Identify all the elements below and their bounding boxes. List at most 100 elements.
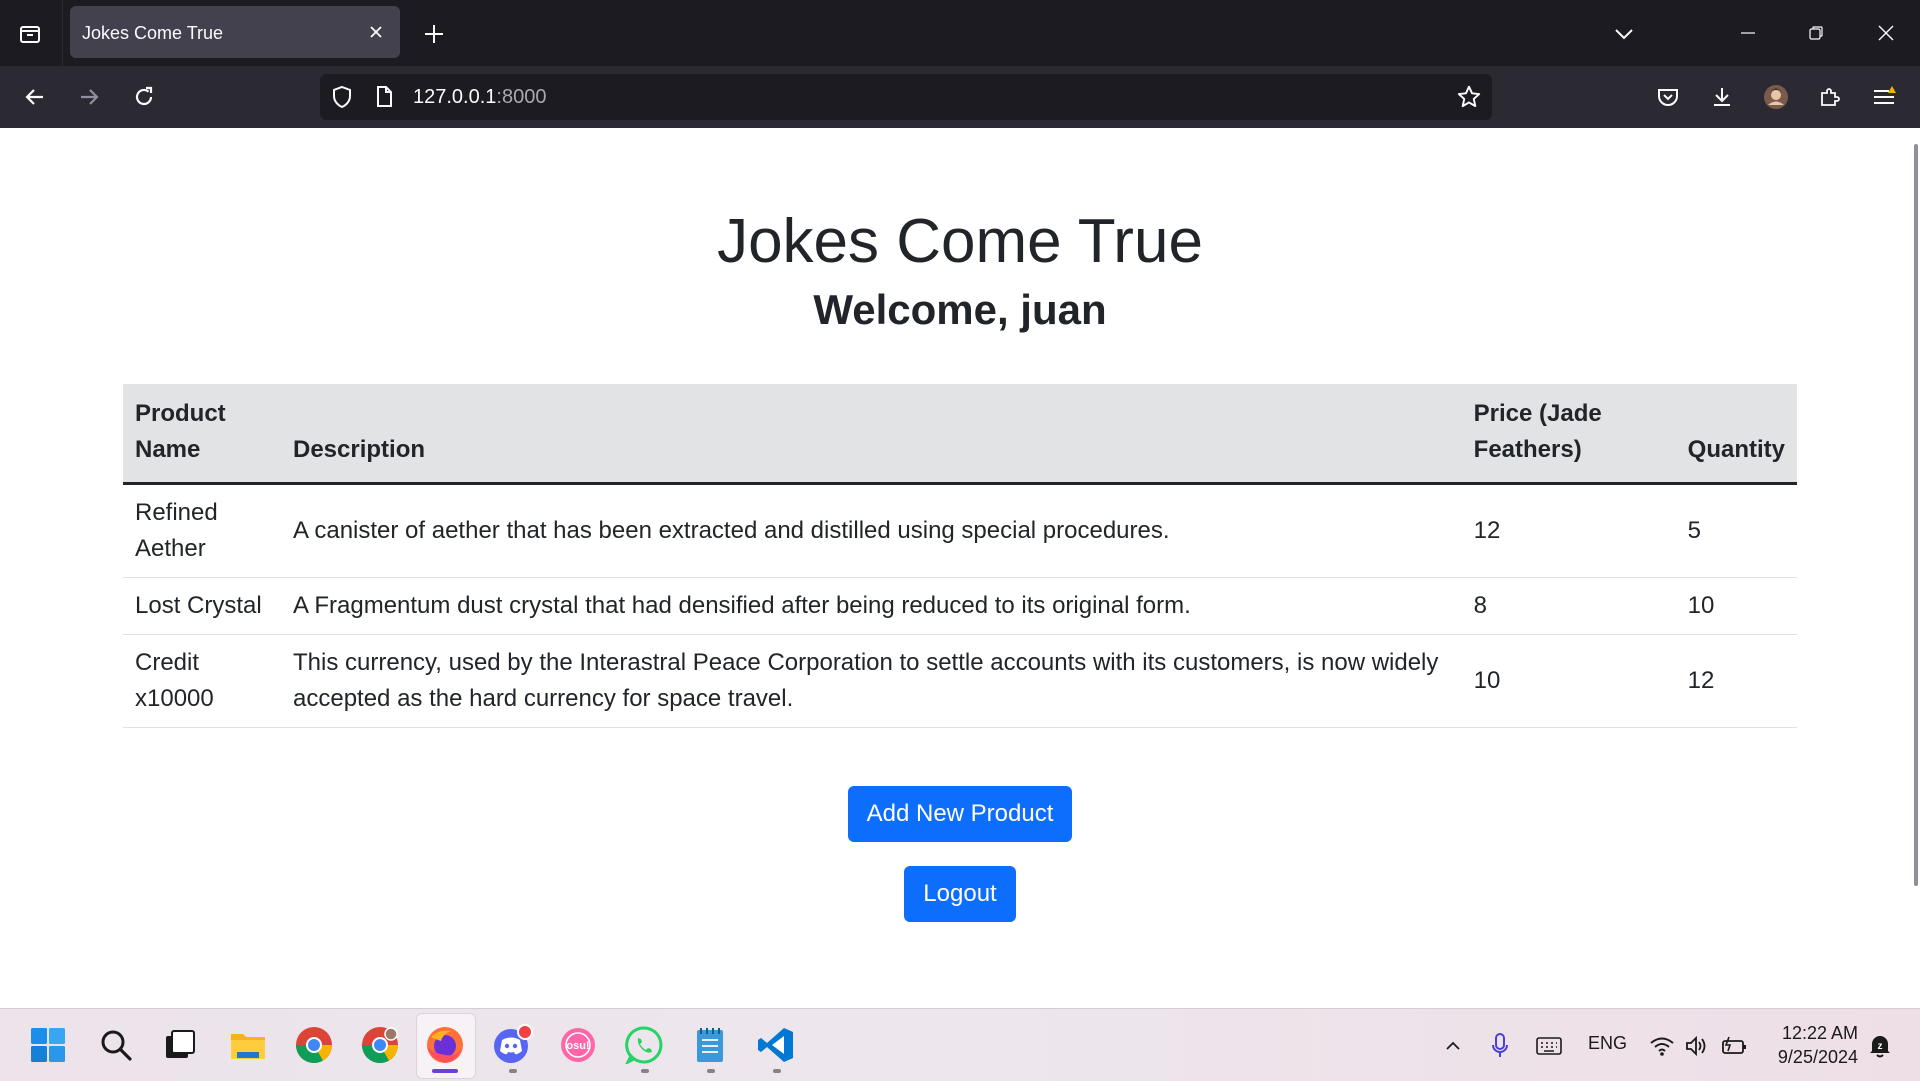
- shield-icon[interactable]: [330, 85, 354, 109]
- cell-quantity: 12: [1675, 634, 1797, 728]
- notepad-icon: [697, 1028, 723, 1062]
- battery-button[interactable]: [1720, 1031, 1750, 1061]
- minimize-icon: [1741, 32, 1755, 34]
- arrow-left-icon: [25, 89, 43, 105]
- pocket-icon: [1658, 89, 1678, 106]
- windows-start-button[interactable]: [26, 1023, 70, 1067]
- running-indicator: [707, 1069, 715, 1073]
- notification-bell-icon: z: [1870, 1036, 1890, 1058]
- task-view-button[interactable]: [158, 1023, 202, 1067]
- menu-button[interactable]: [1866, 79, 1902, 115]
- extensions-button[interactable]: [1812, 79, 1848, 115]
- vscode-button[interactable]: [754, 1023, 798, 1067]
- show-hidden-icons-button[interactable]: [1440, 1031, 1466, 1061]
- notifications-button[interactable]: z: [1866, 1031, 1894, 1061]
- avatar-icon: [1764, 85, 1788, 109]
- chrome-icon: [296, 1027, 332, 1064]
- file-explorer-icon: [231, 1034, 265, 1059]
- close-window-button[interactable]: [1866, 16, 1906, 50]
- page-title: Jokes Come True: [717, 207, 1203, 276]
- discord-icon: [494, 1024, 533, 1063]
- column-header-price: Price (Jade Feathers): [1461, 384, 1676, 485]
- url-bar[interactable]: 127.0.0.1:8000: [320, 74, 1492, 120]
- cell-description: A canister of aether that has been extra…: [281, 483, 1462, 578]
- browser-nav-bar: 127.0.0.1:8000: [0, 66, 1920, 128]
- svg-text:z: z: [1878, 1041, 1883, 1052]
- chrome-alt-icon: [362, 1027, 398, 1064]
- close-icon: [370, 26, 382, 38]
- osu-button[interactable]: osu!: [556, 1023, 600, 1067]
- battery-charging-icon: [1722, 1036, 1746, 1054]
- running-indicator: [773, 1069, 781, 1073]
- firefox-view-button[interactable]: [14, 18, 46, 50]
- cell-product-name: Lost Crystal: [123, 577, 281, 635]
- hamburger-menu-icon: [1874, 86, 1896, 104]
- add-new-product-button[interactable]: Add New Product: [848, 786, 1072, 842]
- task-view-icon: [166, 1030, 195, 1058]
- microphone-icon: [1492, 1033, 1508, 1057]
- tab-separator: [62, 0, 63, 66]
- file-explorer-button[interactable]: [226, 1023, 270, 1067]
- account-button[interactable]: [1758, 79, 1794, 115]
- keyboard-icon: [1536, 1037, 1562, 1055]
- svg-text:osu!: osu!: [566, 1040, 589, 1052]
- downloads-button[interactable]: [1704, 79, 1740, 115]
- back-button[interactable]: [18, 80, 52, 114]
- input-language-indicator[interactable]: ENG: [1588, 1033, 1627, 1054]
- column-header-name: Product Name: [123, 384, 281, 485]
- reload-button[interactable]: [127, 80, 161, 114]
- table-row: Refined Aether A canister of aether that…: [123, 483, 1797, 578]
- chrome-button[interactable]: [292, 1023, 336, 1067]
- system-clock[interactable]: 12:22 AM 9/25/2024: [1762, 1021, 1858, 1069]
- microphone-button[interactable]: [1488, 1031, 1512, 1061]
- volume-icon: [1686, 1035, 1706, 1057]
- vscode-icon: [758, 1028, 793, 1062]
- taskbar: osu! ENG 12:22 AM 9/25/2024 z: [0, 1008, 1920, 1081]
- cell-quantity: 5: [1675, 483, 1797, 578]
- chevron-up-icon: [1446, 1041, 1460, 1050]
- logout-button[interactable]: Logout: [904, 866, 1016, 922]
- chrome-profile-button[interactable]: [358, 1023, 402, 1067]
- taskbar-search-button[interactable]: [94, 1023, 138, 1067]
- notepad-button[interactable]: [688, 1023, 732, 1067]
- volume-button[interactable]: [1684, 1031, 1712, 1061]
- wifi-button[interactable]: [1648, 1031, 1676, 1061]
- page-icon[interactable]: [372, 85, 396, 109]
- restore-button[interactable]: [1796, 16, 1836, 50]
- osu-icon: osu!: [561, 1028, 595, 1062]
- firefox-button[interactable]: [423, 1023, 467, 1067]
- welcome-heading: Welcome, juan: [813, 286, 1107, 333]
- arrow-right-icon: [81, 89, 99, 105]
- page-viewport: Jokes Come True Welcome, juan Product Na…: [0, 128, 1920, 1008]
- new-tab-button[interactable]: [418, 18, 450, 50]
- pocket-button[interactable]: [1650, 79, 1686, 115]
- clock-time: 12:22 AM: [1781, 1023, 1858, 1043]
- url-text[interactable]: 127.0.0.1:8000: [413, 86, 546, 109]
- browser-tab-bar: Jokes Come True: [0, 0, 1920, 66]
- list-all-tabs-button[interactable]: [1608, 18, 1640, 50]
- firefox-view-icon: [20, 26, 40, 43]
- whatsapp-button[interactable]: [622, 1023, 666, 1067]
- active-indicator: [432, 1069, 458, 1073]
- windows-start-icon: [31, 1028, 65, 1062]
- tab-close-button[interactable]: [364, 20, 388, 44]
- table-header-row: Product Name Description Price (Jade Fea…: [123, 384, 1797, 485]
- minimize-button[interactable]: [1728, 16, 1768, 50]
- firefox-icon: [427, 1027, 463, 1063]
- tab-active[interactable]: Jokes Come True: [70, 6, 400, 58]
- puzzle-icon: [1821, 88, 1840, 106]
- cell-price: 12: [1461, 483, 1676, 578]
- discord-button[interactable]: [490, 1023, 534, 1067]
- clock-date: 9/25/2024: [1777, 1047, 1858, 1067]
- forward-button[interactable]: [72, 80, 106, 114]
- products-table: Product Name Description Price (Jade Fea…: [123, 384, 1797, 728]
- url-port: :8000: [496, 86, 547, 108]
- touch-keyboard-button[interactable]: [1534, 1031, 1564, 1061]
- restore-icon: [1809, 26, 1823, 40]
- download-icon: [1714, 88, 1730, 106]
- cell-price: 10: [1461, 634, 1676, 728]
- tab-title: Jokes Come True: [82, 23, 224, 43]
- reload-icon: [135, 86, 153, 106]
- search-icon: [101, 1030, 132, 1061]
- bookmark-star-icon[interactable]: [1456, 84, 1482, 110]
